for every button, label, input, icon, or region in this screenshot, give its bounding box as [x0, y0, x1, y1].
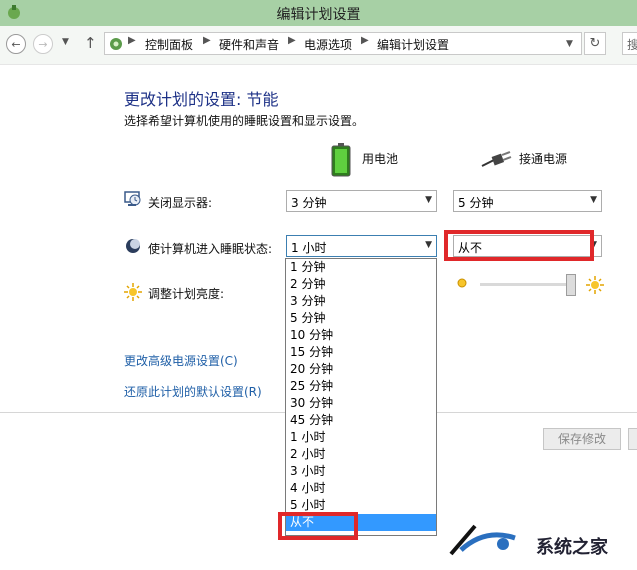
chevron-down-icon: ▼	[425, 195, 432, 205]
window-title: 编辑计划设置	[276, 7, 361, 23]
address-dropdown-chevron-icon[interactable]: ▼	[566, 39, 573, 49]
sleep-battery-dropdown-list[interactable]: 1 分钟 2 分钟 3 分钟 5 分钟 10 分钟 15 分钟 20 分钟 25 分钟 30 分…	[285, 258, 437, 536]
breadcrumb-hardware-sound[interactable]: 硬件和声音	[219, 36, 279, 53]
search-placeholder: 搜	[627, 38, 637, 52]
save-changes-button[interactable]: 保存修改	[543, 428, 621, 450]
dropdown-option[interactable]: 4 小时	[286, 480, 436, 497]
control-panel-icon	[108, 36, 124, 55]
dropdown-option[interactable]: 2 分钟	[286, 276, 436, 293]
monitor-icon	[124, 191, 142, 210]
up-arrow-icon[interactable]: ↑	[84, 34, 97, 52]
display-battery-value: 3 分钟	[291, 196, 327, 210]
sleep-battery-value: 1 小时	[291, 241, 327, 255]
breadcrumb-control-panel[interactable]: 控制面板	[145, 36, 193, 53]
plugged-in-column-header: 接通电源	[519, 152, 568, 166]
dropdown-option[interactable]: 2 小时	[286, 446, 436, 463]
cancel-button[interactable]	[628, 428, 637, 450]
sleep-moon-icon	[125, 238, 141, 257]
back-arrow-icon[interactable]: ←	[6, 34, 26, 54]
dropdown-option[interactable]: 3 分钟	[286, 293, 436, 310]
page-title: 更改计划的设置: 节能	[124, 90, 279, 109]
recent-pages-chevron-icon[interactable]: ▼	[62, 37, 69, 47]
brightness-bright-icon	[586, 276, 604, 297]
brightness-slider-thumb[interactable]	[566, 274, 576, 296]
plugged-select-highlight	[444, 230, 594, 261]
dropdown-option[interactable]: 3 小时	[286, 463, 436, 480]
advanced-power-settings-link[interactable]: 更改高级电源设置(C)	[124, 352, 238, 369]
breadcrumb-separator-icon: ▶	[361, 35, 369, 46]
brightness-sun-icon	[124, 283, 142, 304]
dropdown-option[interactable]: 1 小时	[286, 429, 436, 446]
forward-arrow-icon[interactable]: →	[33, 34, 53, 54]
brightness-dim-icon	[456, 277, 468, 292]
watermark-logo-icon	[445, 520, 535, 563]
brightness-label: 调整计划亮度:	[148, 287, 225, 301]
breadcrumb-edit-plan[interactable]: 编辑计划设置	[377, 36, 449, 53]
battery-icon	[331, 143, 351, 180]
sleep-battery-select[interactable]: 1 小时 ▼	[286, 235, 437, 257]
dropdown-option[interactable]: 45 分钟	[286, 412, 436, 429]
brightness-slider-track[interactable]	[480, 283, 576, 286]
battery-column-header: 用电池	[362, 152, 399, 166]
dropdown-option[interactable]: 20 分钟	[286, 361, 436, 378]
chevron-down-icon: ▼	[425, 240, 432, 250]
chevron-down-icon: ▼	[590, 195, 597, 205]
display-plugged-select[interactable]: 5 分钟 ▼	[453, 190, 602, 212]
page-subtitle: 选择希望计算机使用的睡眠设置和显示设置。	[124, 114, 365, 128]
dropdown-option[interactable]: 1 分钟	[286, 259, 436, 276]
dropdown-option[interactable]: 25 分钟	[286, 378, 436, 395]
dropdown-option[interactable]: 5 分钟	[286, 310, 436, 327]
breadcrumb-separator-icon: ▶	[128, 35, 136, 46]
never-option-highlight	[278, 512, 358, 540]
breadcrumb-separator-icon: ▶	[288, 35, 296, 46]
dropdown-option[interactable]: 30 分钟	[286, 395, 436, 412]
power-plug-icon	[480, 150, 512, 173]
breadcrumb-power-options[interactable]: 电源选项	[304, 36, 352, 53]
display-battery-select[interactable]: 3 分钟 ▼	[286, 190, 437, 212]
dropdown-option[interactable]: 15 分钟	[286, 344, 436, 361]
dropdown-option[interactable]: 10 分钟	[286, 327, 436, 344]
refresh-icon[interactable]: ↻	[584, 32, 606, 55]
breadcrumb-separator-icon: ▶	[203, 35, 211, 46]
display-plugged-value: 5 分钟	[458, 196, 494, 210]
watermark-text: 系统之家	[536, 537, 608, 558]
sleep-label: 使计算机进入睡眠状态:	[148, 242, 273, 256]
restore-defaults-link[interactable]: 还原此计划的默认设置(R)	[124, 383, 262, 400]
turn-off-display-label: 关闭显示器:	[148, 196, 213, 210]
